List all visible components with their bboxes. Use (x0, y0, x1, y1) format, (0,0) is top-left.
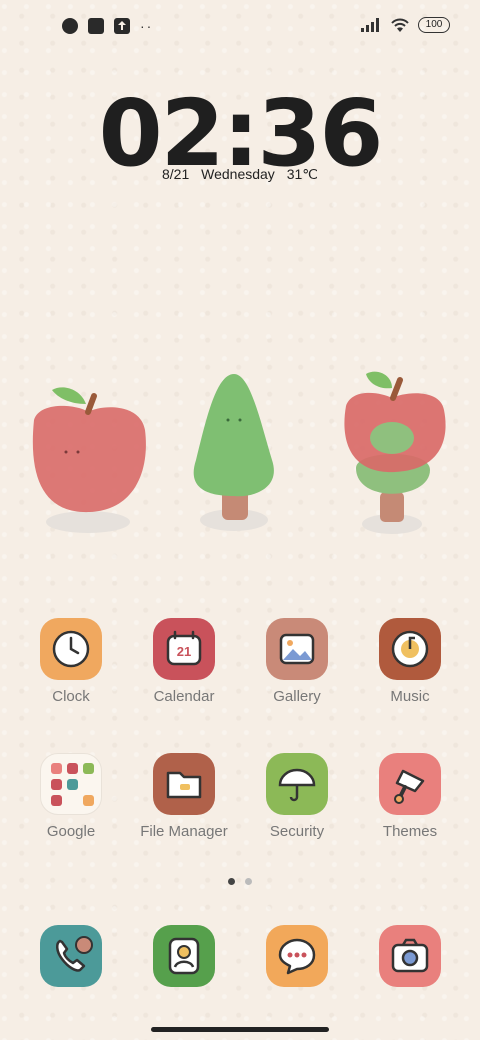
clock-icon (40, 618, 102, 680)
date-weather-line[interactable]: 8/21 Wednesday 31℃ (0, 166, 480, 183)
page-dot-2[interactable] (245, 878, 252, 885)
more-notifications-icon: ·· (140, 18, 154, 34)
app-google-folder[interactable]: Google (21, 753, 121, 840)
folder-icon (153, 753, 215, 815)
contacts-icon (153, 925, 215, 987)
camera-icon (379, 925, 441, 987)
google-folder-icon (40, 753, 102, 815)
dock-camera[interactable] (360, 925, 460, 987)
page-dot-1[interactable] (228, 878, 235, 885)
status-bar: ·· 100 (0, 14, 480, 42)
page-indicator[interactable] (0, 878, 480, 885)
wallpaper-illustration (32, 371, 446, 534)
app-file-manager[interactable]: File Manager (134, 753, 234, 840)
gallery-icon (266, 618, 328, 680)
music-icon (379, 618, 441, 680)
app-label: Music (390, 688, 430, 705)
upload-icon (114, 18, 130, 34)
app-label: Security (269, 823, 325, 840)
app-label: Themes (382, 823, 438, 840)
app-themes[interactable]: Themes (360, 753, 460, 840)
dock-phone[interactable] (21, 925, 121, 987)
calendar-day: 21 (176, 644, 192, 659)
app-label: Google (46, 823, 96, 840)
umbrella-icon (266, 753, 328, 815)
message-bubble-icon (266, 925, 328, 987)
calendar-icon: 21 (153, 618, 215, 680)
app-label: File Manager (140, 823, 228, 840)
battery-indicator: 100 (418, 17, 450, 33)
app-label: Calendar (153, 688, 215, 705)
phone-icon (40, 925, 102, 987)
signal-icon (361, 18, 379, 32)
dock-messages[interactable] (247, 925, 347, 987)
app-label: Clock (52, 688, 90, 705)
date-text: 8/21 (161, 166, 190, 182)
gesture-navigation-bar[interactable] (151, 1027, 329, 1032)
app-calendar[interactable]: 21 Calendar (134, 618, 234, 705)
notification-square-icon (88, 18, 104, 34)
weekday-text: Wednesday (201, 166, 275, 182)
paintbrush-icon (379, 753, 441, 815)
app-music[interactable]: Music (360, 618, 460, 705)
dock-contacts[interactable] (134, 925, 234, 987)
wifi-icon (391, 18, 409, 32)
temperature-text: 31℃ (286, 166, 318, 182)
app-label: Gallery (273, 688, 321, 705)
app-gallery[interactable]: Gallery (247, 618, 347, 705)
app-clock[interactable]: Clock (21, 618, 121, 705)
app-security[interactable]: Security (247, 753, 347, 840)
app-notification-icon (62, 18, 78, 34)
